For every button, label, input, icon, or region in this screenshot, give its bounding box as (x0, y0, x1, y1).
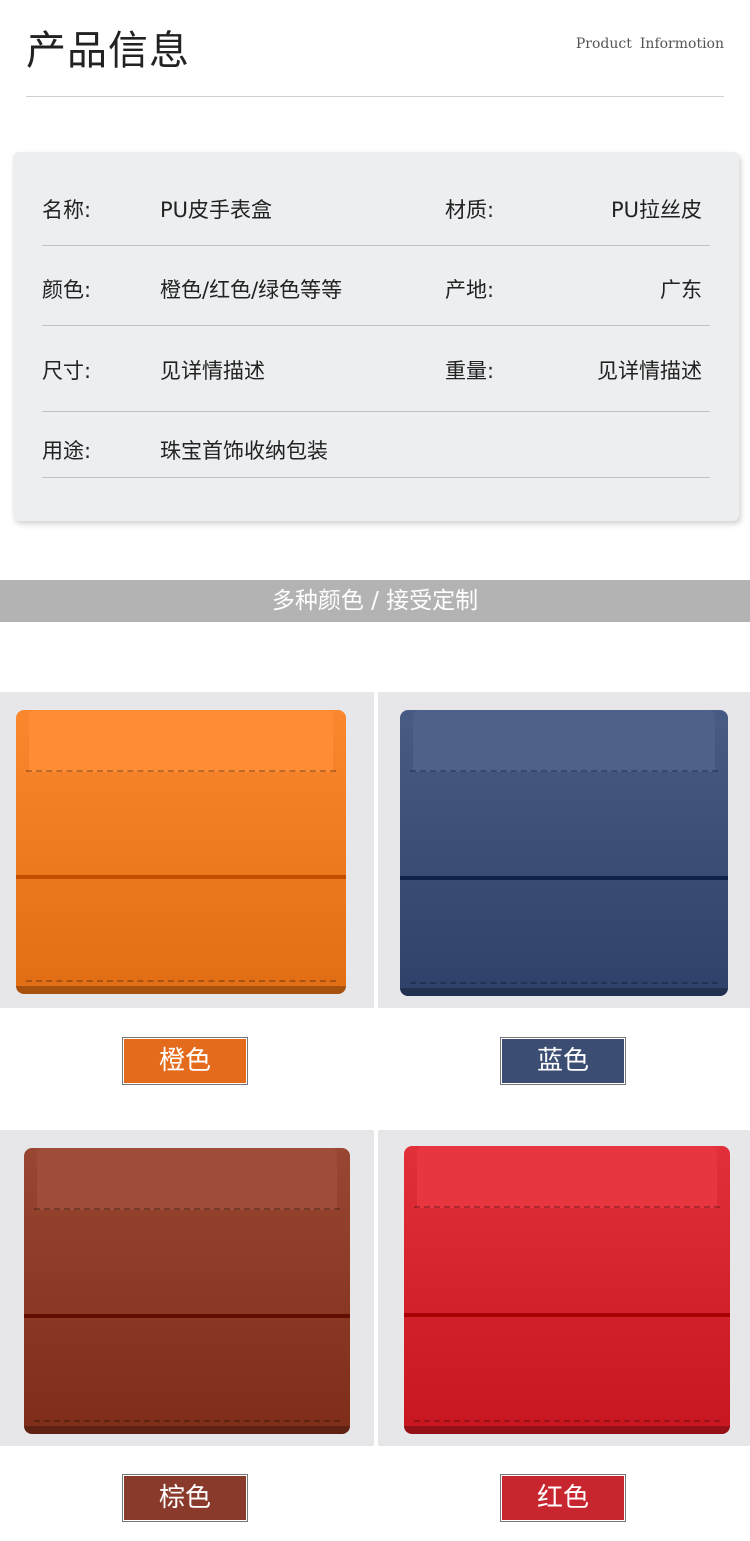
watch-box-orange (16, 710, 346, 994)
product-photo-blue (378, 692, 750, 1008)
box-lid-top (413, 710, 715, 772)
product-photo-brown (0, 1130, 374, 1446)
color-tag-blue: 蓝色 (500, 1037, 626, 1085)
page-title: 产品信息 (26, 28, 190, 74)
row-divider (42, 245, 710, 246)
box-lid-seam (404, 1313, 730, 1317)
colors-banner: 多种颜色 / 接受定制 (0, 580, 750, 622)
color-tag-red: 红色 (500, 1474, 626, 1522)
size-value: 见详情描述 (160, 359, 265, 383)
material-value: PU拉丝皮 (610, 198, 702, 222)
box-lid-top (29, 710, 333, 772)
box-base-shadow (404, 1426, 730, 1434)
row-divider (42, 411, 710, 412)
size-label: 尺寸: (42, 359, 92, 383)
weight-value: 见详情描述 (597, 359, 702, 383)
box-stitching (409, 770, 719, 772)
watch-box-brown (24, 1148, 350, 1434)
row-divider (42, 477, 710, 478)
box-base-shadow (400, 988, 728, 996)
box-lid-seam (24, 1314, 350, 1318)
subtitle-word-2: Informotion (639, 36, 724, 52)
title-divider (26, 96, 724, 97)
watch-box-red (404, 1146, 730, 1434)
box-base-shadow (24, 1426, 350, 1434)
box-lid-top (37, 1148, 337, 1210)
product-photo-red (378, 1130, 750, 1446)
color-value: 橙色/红色/绿色等等 (160, 278, 343, 302)
box-stitching (25, 980, 337, 982)
product-photo-orange (0, 692, 374, 1008)
box-lid-seam (400, 876, 728, 880)
color-label: 颜色: (42, 278, 92, 302)
subtitle-word-1: Product (575, 36, 632, 52)
box-stitching (413, 1206, 721, 1208)
usage-label: 用途: (42, 439, 92, 463)
name-label: 名称: (42, 198, 92, 222)
name-value: PU皮手表盒 (160, 198, 273, 222)
box-stitching (413, 1420, 721, 1422)
color-tag-orange: 橙色 (122, 1037, 248, 1085)
weight-label: 重量: (445, 359, 495, 383)
color-tag-brown: 棕色 (122, 1474, 248, 1522)
box-stitching (33, 1208, 341, 1210)
usage-value: 珠宝首饰收纳包装 (160, 439, 328, 463)
box-lid-seam (16, 875, 346, 879)
box-stitching (409, 982, 719, 984)
origin-value: 广东 (660, 278, 702, 302)
origin-label: 产地: (445, 278, 495, 302)
box-stitching (33, 1420, 341, 1422)
product-info-card: 名称: PU皮手表盒 材质: PU拉丝皮 颜色: 橙色/红色/绿色等等 产地: … (13, 152, 739, 521)
box-lid-top (417, 1146, 717, 1208)
box-stitching (25, 770, 337, 772)
page-subtitle: Product Informotion (576, 36, 724, 52)
row-divider (42, 325, 710, 326)
watch-box-blue (400, 710, 728, 996)
material-label: 材质: (445, 198, 495, 222)
box-base-shadow (16, 986, 346, 994)
